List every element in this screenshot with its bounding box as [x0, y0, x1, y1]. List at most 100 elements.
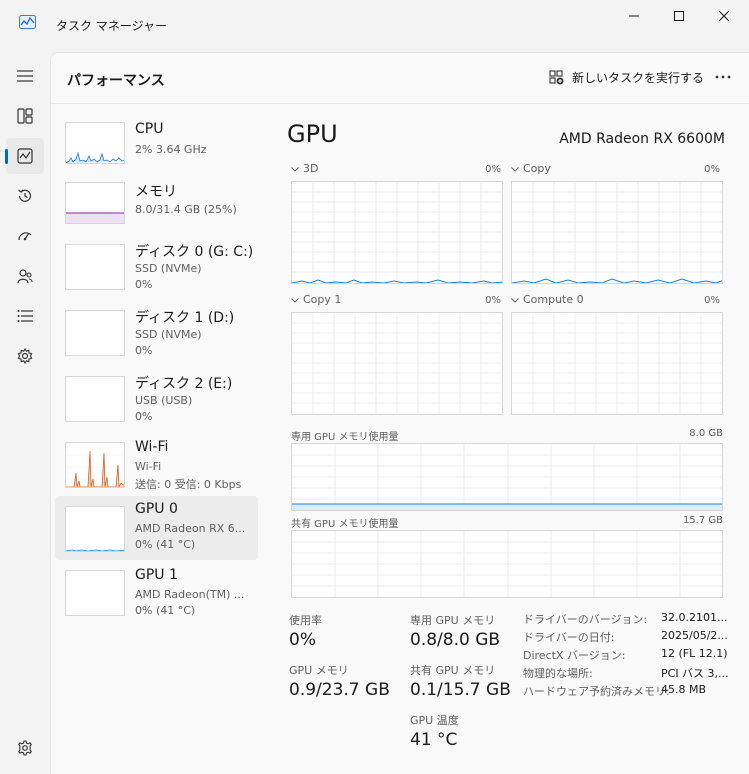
- engine-graph-copy: [511, 181, 723, 284]
- gpu-memory-label: GPU メモリ: [289, 664, 349, 677]
- users-icon: [17, 268, 33, 284]
- chevron-down-icon: [291, 166, 299, 172]
- item-name: GPU 0: [135, 501, 178, 517]
- driver-version-value: 32.0.2101...: [661, 611, 728, 624]
- chevron-down-icon: [511, 166, 519, 172]
- item-throughput: 送信: 0 受信: 0 Kbps: [135, 478, 242, 491]
- list-item-gpu-1[interactable]: GPU 1 AMD Radeon(TM) ... 0% (41 °C): [55, 562, 258, 626]
- engine-pct: 0%: [704, 164, 720, 175]
- details-icon: [17, 309, 33, 323]
- shared-memory-graph: [291, 530, 723, 598]
- gpu-0-thumbnail-graph: [65, 506, 125, 552]
- title-bar: タスク マネージャー: [0, 0, 749, 50]
- driver-version-label: ドライバーのバージョン:: [523, 613, 648, 626]
- engine-selector-3d[interactable]: 3D: [291, 162, 318, 175]
- utilization-label: 使用率: [289, 614, 322, 627]
- item-name: ディスク 0 (G: C:): [135, 244, 254, 260]
- nav-processes[interactable]: [6, 98, 44, 134]
- processes-icon: [17, 108, 33, 124]
- list-item-disk-1[interactable]: ディスク 1 (D:) SSD (NVMe) 0%: [55, 302, 258, 366]
- item-name: Wi-Fi: [135, 439, 169, 455]
- engine-graph-compute-0: [511, 312, 723, 415]
- gpu-temperature-value: 41 °C: [410, 730, 458, 750]
- wifi-thumbnail-graph: [65, 442, 125, 488]
- engine-pct: 0%: [704, 295, 720, 306]
- dedicated-gpu-memory-value: 0.8/8.0 GB: [410, 630, 501, 650]
- nav-app-history[interactable]: [6, 178, 44, 214]
- physical-location-value: PCI バス 3,...: [661, 667, 729, 680]
- nav-services[interactable]: [6, 338, 44, 374]
- settings-icon: [17, 740, 33, 756]
- driver-date-label: ドライバーの日付:: [523, 631, 615, 644]
- item-name: メモリ: [135, 184, 177, 200]
- item-detail: SSD (NVMe): [135, 328, 202, 341]
- maximize-button[interactable]: [659, 4, 699, 28]
- dedicated-memory-graph: [291, 443, 723, 511]
- nav-performance[interactable]: [5, 138, 44, 174]
- main-content: パフォーマンス 新しいタスクを実行する CPU 2% 3.64 GHz メモリ …: [50, 52, 749, 774]
- engine-selector-copy[interactable]: Copy: [511, 162, 551, 175]
- engine-name: Compute 0: [523, 293, 584, 306]
- list-item-gpu-0[interactable]: GPU 0 AMD Radeon RX 6... 0% (41 °C): [55, 496, 258, 560]
- item-detail: Wi-Fi: [135, 460, 162, 473]
- dedicated-gpu-memory-label: 専用 GPU メモリ: [410, 614, 496, 627]
- directx-version-label: DirectX バージョン:: [523, 649, 626, 662]
- item-usage: 0% (41 °C): [135, 538, 196, 551]
- cpu-thumbnail-graph: [65, 122, 125, 164]
- engine-pct: 0%: [485, 164, 501, 175]
- list-item-memory[interactable]: メモリ 8.0/31.4 GB (25%): [55, 176, 258, 240]
- shared-memory-label: 共有 GPU メモリ使用量: [291, 519, 399, 530]
- chevron-down-icon: [511, 297, 519, 303]
- engine-pct: 0%: [485, 295, 501, 306]
- list-item-cpu[interactable]: CPU 2% 3.64 GHz: [55, 116, 258, 180]
- engine-selector-copy-1[interactable]: Copy 1: [291, 293, 341, 306]
- gpu-memory-value: 0.9/23.7 GB: [289, 680, 390, 700]
- gpu-1-thumbnail-graph: [65, 570, 125, 616]
- list-item-wifi[interactable]: Wi-Fi Wi-Fi 送信: 0 受信: 0 Kbps: [55, 434, 258, 498]
- engine-selector-compute-0[interactable]: Compute 0: [511, 293, 584, 306]
- disk-1-thumbnail-graph: [65, 310, 125, 356]
- minimize-button[interactable]: [614, 4, 654, 28]
- list-item-disk-2[interactable]: ディスク 2 (E:) USB (USB) 0%: [55, 368, 258, 432]
- engine-name: 3D: [303, 162, 319, 175]
- memory-thumbnail-graph: [65, 182, 125, 224]
- nav-startup[interactable]: [6, 218, 44, 254]
- item-detail: USB (USB): [135, 394, 193, 407]
- chevron-down-icon: [291, 297, 299, 303]
- dedicated-memory-label: 専用 GPU メモリ使用量: [291, 432, 399, 443]
- shared-gpu-memory-value: 0.1/15.7 GB: [410, 680, 511, 700]
- driver-date-value: 2025/05/2...: [661, 629, 728, 642]
- run-task-label: 新しいタスクを実行する: [572, 71, 705, 85]
- gpu-model-name: AMD Radeon RX 6600M: [559, 131, 725, 147]
- run-new-task-button[interactable]: 新しいタスクを実行する: [549, 69, 704, 86]
- item-detail: 8.0/31.4 GB (25%): [135, 203, 237, 216]
- nav-settings[interactable]: [6, 730, 44, 766]
- performance-icon: [17, 148, 33, 164]
- directx-version-value: 12 (FL 12.1): [661, 647, 728, 660]
- services-icon: [17, 348, 33, 364]
- item-detail: SSD (NVMe): [135, 262, 202, 275]
- page-title: パフォーマンス: [67, 73, 165, 89]
- engine-name: Copy 1: [303, 293, 342, 306]
- item-name: ディスク 1 (D:): [135, 310, 235, 326]
- more-options-button[interactable]: [711, 65, 735, 89]
- item-detail: AMD Radeon(TM) ...: [135, 588, 245, 601]
- nav-users[interactable]: [6, 258, 44, 294]
- menu-icon: [17, 69, 33, 83]
- nav-details[interactable]: [6, 298, 44, 334]
- item-name: CPU: [135, 121, 164, 137]
- more-icon: [715, 75, 731, 79]
- task-manager-icon: [19, 15, 36, 29]
- app-history-icon: [17, 188, 33, 204]
- close-button[interactable]: [704, 4, 744, 28]
- page-header: パフォーマンス 新しいタスクを実行する: [51, 53, 749, 103]
- navigation-rail: [0, 50, 50, 774]
- item-usage: 0% (41 °C): [135, 604, 196, 617]
- shared-memory-max: 15.7 GB: [682, 515, 723, 526]
- hardware-reserved-memory-label: ハードウェア予約済みメモリ:: [523, 685, 670, 698]
- detail-title: GPU: [287, 120, 338, 148]
- menu-button[interactable]: [6, 58, 44, 94]
- engine-graph-copy-1: [291, 312, 503, 415]
- list-item-disk-0[interactable]: ディスク 0 (G: C:) SSD (NVMe) 0%: [55, 236, 258, 300]
- physical-location-label: 物理的な場所:: [523, 667, 593, 680]
